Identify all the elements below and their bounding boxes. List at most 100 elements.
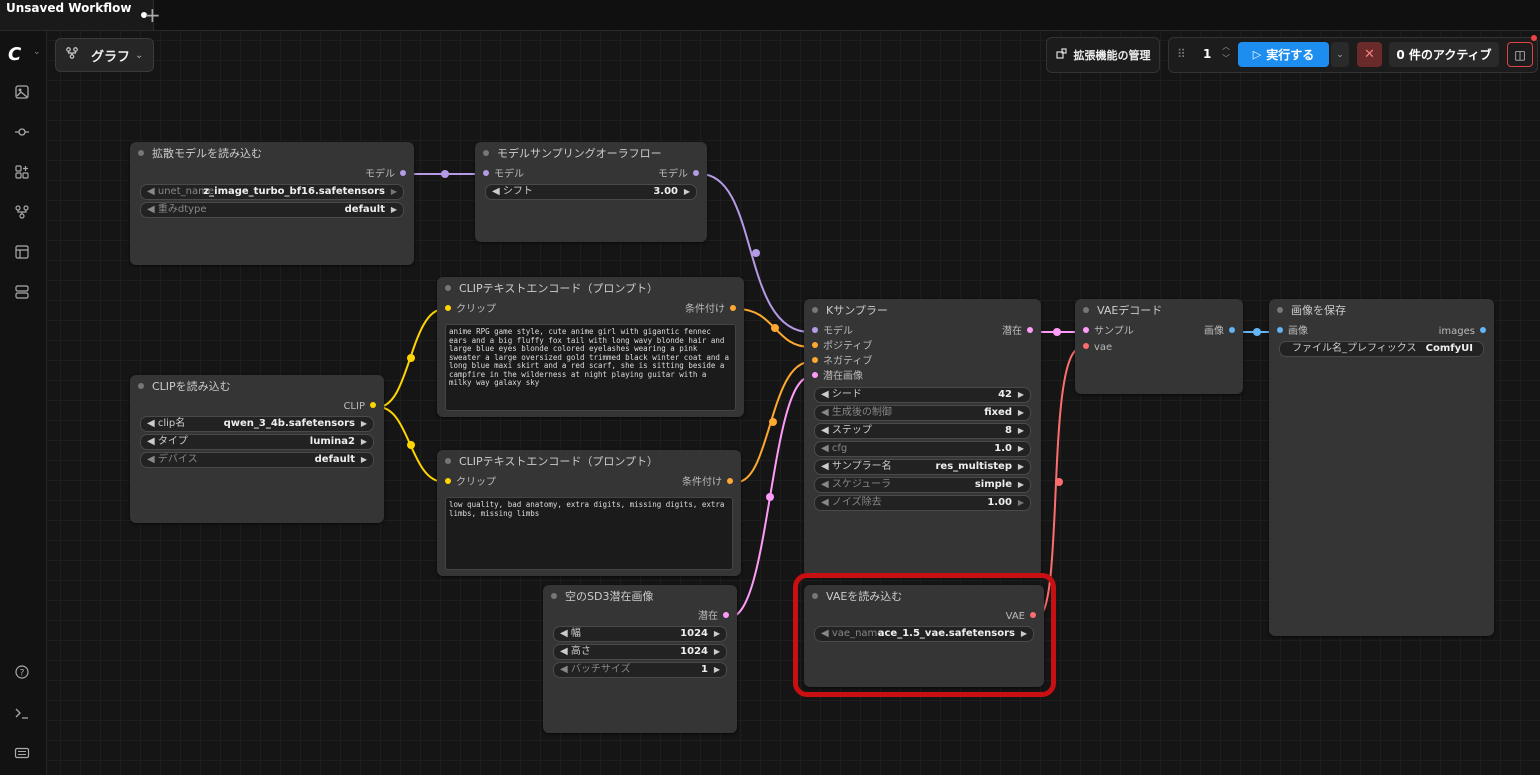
arrow-right-icon[interactable]: ▶ bbox=[361, 417, 367, 431]
workflows-icon[interactable] bbox=[12, 202, 32, 222]
widget-width[interactable]: ◀ 幅 1024 ▶ bbox=[553, 626, 727, 642]
node-collapse-dot[interactable] bbox=[445, 458, 451, 464]
node-title[interactable]: 拡散モデルを読み込む bbox=[130, 142, 414, 164]
cancel-run-button[interactable]: ✕ bbox=[1357, 42, 1382, 67]
node-clip-text-encode-positive[interactable]: CLIPテキストエンコード（プロンプト） クリップ 条件付け anime RPG… bbox=[437, 277, 744, 417]
arrow-right-icon[interactable]: ▶ bbox=[1018, 442, 1024, 456]
slot-dot[interactable] bbox=[730, 305, 736, 311]
node-title[interactable]: Kサンプラー bbox=[804, 299, 1041, 321]
output-latent[interactable]: 潜在 bbox=[1002, 325, 1033, 339]
arrow-right-icon[interactable]: ▶ bbox=[391, 185, 397, 199]
nodes-icon[interactable] bbox=[12, 122, 32, 142]
slot-dot[interactable] bbox=[1027, 327, 1033, 333]
arrow-right-icon[interactable]: ▶ bbox=[391, 203, 397, 217]
queue-icon[interactable] bbox=[12, 282, 32, 302]
slot-dot[interactable] bbox=[1083, 327, 1089, 333]
input-images[interactable]: 画像 bbox=[1277, 325, 1308, 339]
node-load-clip[interactable]: CLIPを読み込む CLIP ◀ clip名 qwen_3_4b.safetens… bbox=[130, 375, 384, 523]
input-positive[interactable]: ポジティブ bbox=[812, 340, 872, 354]
widget-height[interactable]: ◀ 高さ 1024 ▶ bbox=[553, 644, 727, 660]
node-title[interactable]: 画像を保存 bbox=[1269, 299, 1494, 321]
input-clip[interactable]: クリップ bbox=[445, 476, 496, 490]
widget-type[interactable]: ◀ タイプ lumina2 ▶ bbox=[140, 434, 374, 450]
slot-dot[interactable] bbox=[693, 170, 699, 176]
input-samples[interactable]: サンプル bbox=[1083, 325, 1134, 339]
drag-handle-icon[interactable]: ⠿ bbox=[1177, 47, 1186, 61]
node-title[interactable]: CLIPテキストエンコード（プロンプト） bbox=[437, 277, 744, 299]
node-ksampler[interactable]: Kサンプラー モデル 潜在 ポジティブ ネガティブ 潜在画像 ◀ シード 42 ▶ … bbox=[804, 299, 1041, 576]
widget-device[interactable]: ◀ デバイス default ▶ bbox=[140, 452, 374, 468]
input-vae[interactable]: vae bbox=[1083, 341, 1112, 355]
output-conditioning[interactable]: 条件付け bbox=[685, 303, 736, 317]
node-load-diffusion-model[interactable]: 拡散モデルを読み込む モデル ◀ unet_name z_image_turbo_… bbox=[130, 142, 414, 265]
widget-cfg[interactable]: ◀ cfg 1.0 ▶ bbox=[814, 441, 1031, 457]
input-clip[interactable]: クリップ bbox=[445, 303, 496, 317]
arrow-right-icon[interactable]: ▶ bbox=[714, 627, 720, 641]
arrow-right-icon[interactable]: ▶ bbox=[1018, 388, 1024, 402]
arrow-right-icon[interactable]: ▶ bbox=[1018, 460, 1024, 474]
logo-caret-icon[interactable]: ⌄ bbox=[33, 47, 41, 57]
arrow-right-icon[interactable]: ▶ bbox=[361, 453, 367, 467]
node-collapse-dot[interactable] bbox=[1277, 307, 1283, 313]
slot-dot[interactable] bbox=[370, 402, 376, 408]
input-latent-image[interactable]: 潜在画像 bbox=[812, 370, 863, 384]
slot-dot[interactable] bbox=[1083, 343, 1089, 349]
node-collapse-dot[interactable] bbox=[812, 307, 818, 313]
node-collapse-dot[interactable] bbox=[138, 150, 144, 156]
node-title[interactable]: CLIPを読み込む bbox=[130, 375, 384, 397]
slot-dot[interactable] bbox=[1480, 327, 1486, 333]
widget-steps[interactable]: ◀ ステップ 8 ▶ bbox=[814, 423, 1031, 439]
node-save-image[interactable]: 画像を保存 画像 images ファイル名_プレフィックス ComfyUI bbox=[1269, 299, 1494, 636]
node-title[interactable]: VAEデコード bbox=[1075, 299, 1243, 321]
widget-weight-dtype[interactable]: ◀ 重みdtype default ▶ bbox=[140, 202, 404, 218]
keyboard-icon[interactable] bbox=[12, 743, 32, 763]
model-library-icon[interactable] bbox=[12, 162, 32, 182]
widget-denoise[interactable]: ◀ ノイズ除去 1.00 ▶ bbox=[814, 495, 1031, 511]
input-negative[interactable]: ネガティブ bbox=[812, 355, 872, 369]
terminal-icon[interactable] bbox=[12, 703, 32, 723]
node-collapse-dot[interactable] bbox=[138, 383, 144, 389]
input-model[interactable]: モデル bbox=[483, 168, 524, 182]
widget-clip-name[interactable]: ◀ clip名 qwen_3_4b.safetensors ▶ bbox=[140, 416, 374, 432]
comfy-logo[interactable]: C bbox=[8, 44, 21, 65]
node-collapse-dot[interactable] bbox=[1083, 307, 1089, 313]
images-icon[interactable] bbox=[12, 82, 32, 102]
node-collapse-dot[interactable] bbox=[445, 285, 451, 291]
graph-selector[interactable]: グラフ ⌄ bbox=[55, 38, 154, 72]
arrow-right-icon[interactable]: ▶ bbox=[1018, 478, 1024, 492]
output-conditioning[interactable]: 条件付け bbox=[682, 476, 733, 490]
node-clip-text-encode-negative[interactable]: CLIPテキストエンコード（プロンプト） クリップ 条件付け low quali… bbox=[437, 450, 741, 576]
slot-dot[interactable] bbox=[445, 305, 451, 311]
widget-batch-size[interactable]: ◀ バッチサイズ 1 ▶ bbox=[553, 662, 727, 678]
arrow-right-icon[interactable]: ▶ bbox=[714, 645, 720, 659]
slot-dot[interactable] bbox=[723, 612, 729, 618]
widget-unet-name[interactable]: ◀ unet_name z_image_turbo_bf16.safetensor… bbox=[140, 184, 404, 200]
node-vae-decode[interactable]: VAEデコード サンプル 画像 vae bbox=[1075, 299, 1243, 394]
widget-scheduler[interactable]: ◀ スケジューラ simple ▶ bbox=[814, 477, 1031, 493]
run-mode-dropdown[interactable]: ⌄ bbox=[1331, 42, 1349, 67]
node-collapse-dot[interactable] bbox=[551, 593, 557, 599]
output-images[interactable]: images bbox=[1439, 325, 1486, 339]
run-button[interactable]: ▷ 実行する bbox=[1238, 42, 1329, 67]
node-title[interactable]: CLIPテキストエンコード（プロンプト） bbox=[437, 450, 741, 472]
slot-dot[interactable] bbox=[445, 478, 451, 484]
stepper-icon[interactable]: ︿ ﹀ bbox=[1222, 41, 1230, 65]
active-queue-button[interactable]: 0 件のアクティブ bbox=[1389, 42, 1499, 67]
slot-dot[interactable] bbox=[812, 342, 818, 348]
slot-dot[interactable] bbox=[400, 170, 406, 176]
node-collapse-dot[interactable] bbox=[483, 150, 489, 156]
slot-dot[interactable] bbox=[812, 357, 818, 363]
arrow-right-icon[interactable]: ▶ bbox=[1018, 406, 1024, 420]
prompt-textarea[interactable]: anime RPG game style, cute anime girl wi… bbox=[445, 324, 736, 411]
node-model-sampling-auraflow[interactable]: モデルサンプリングオーラフロー モデル モデル ◀ シフト 3.00 ▶ bbox=[475, 142, 707, 242]
widget-seed[interactable]: ◀ シード 42 ▶ bbox=[814, 387, 1031, 403]
arrow-right-icon[interactable]: ▶ bbox=[714, 663, 720, 677]
toggle-panel-icon[interactable]: ◫ bbox=[1507, 42, 1533, 67]
prompt-textarea[interactable]: low quality, bad anatomy, extra digits, … bbox=[445, 497, 733, 570]
output-clip[interactable]: CLIP bbox=[343, 400, 376, 414]
slot-dot[interactable] bbox=[1229, 327, 1235, 333]
arrow-right-icon[interactable]: ▶ bbox=[1018, 424, 1024, 438]
output-model[interactable]: モデル bbox=[365, 168, 406, 182]
widget-shift[interactable]: ◀ シフト 3.00 ▶ bbox=[485, 184, 697, 200]
help-icon[interactable]: ? bbox=[12, 662, 32, 682]
